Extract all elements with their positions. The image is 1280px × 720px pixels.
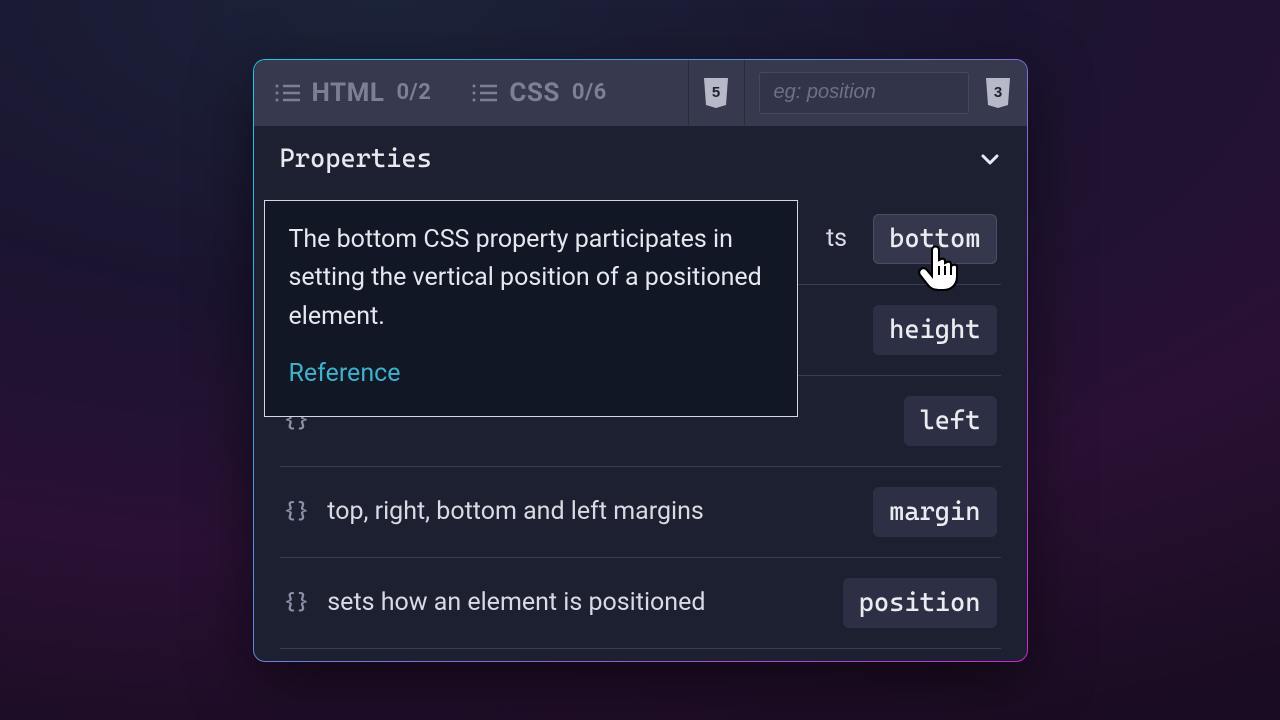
tabbar-right: 5 3 (688, 60, 1027, 126)
svg-text:3: 3 (993, 84, 1001, 101)
svg-text:5: 5 (712, 84, 720, 101)
ordered-list-icon (274, 82, 300, 104)
tab-css-label: CSS (509, 78, 560, 108)
property-row: {} sets how an element is positioned pos… (280, 558, 1001, 649)
braces-icon: {} (284, 499, 310, 524)
section-title: Properties (280, 144, 432, 174)
tab-css[interactable]: CSS 0/6 (451, 60, 626, 126)
desc-fragment: ts (826, 224, 847, 253)
panel-inner: HTML 0/2 CSS 0/6 5 (254, 60, 1027, 661)
css3-shield-icon[interactable]: 3 (983, 76, 1013, 110)
ordered-list-icon (471, 82, 497, 104)
property-chip-margin[interactable]: margin (873, 487, 996, 537)
tooltip-text: The bottom CSS property participates in … (289, 221, 773, 337)
property-chip-bottom[interactable]: bottom (873, 214, 996, 264)
property-desc: sets how an element is positioned (327, 588, 705, 617)
braces-icon: {} (284, 590, 310, 615)
property-chip-height[interactable]: height (873, 305, 996, 355)
property-chip-position[interactable]: position (843, 578, 997, 628)
html5-shield-icon[interactable]: 5 (701, 76, 731, 110)
reference-panel: HTML 0/2 CSS 0/6 5 (253, 59, 1028, 662)
property-desc: top, right, bottom and left margins (327, 497, 704, 526)
property-tooltip: The bottom CSS property participates in … (264, 200, 798, 417)
tabbar: HTML 0/2 CSS 0/6 5 (254, 60, 1027, 126)
tooltip-reference-link[interactable]: Reference (289, 355, 401, 394)
property-chip-left[interactable]: left (904, 396, 997, 446)
property-row: {} top, right, bottom and left margins m… (280, 467, 1001, 558)
tab-html-count: 0/2 (396, 80, 431, 105)
tab-html-label: HTML (312, 78, 385, 108)
section-header-properties[interactable]: Properties (254, 126, 1027, 194)
chevron-down-icon (979, 148, 1001, 170)
tab-css-count: 0/6 (572, 80, 607, 105)
tab-html[interactable]: HTML 0/2 (254, 60, 452, 126)
search-input[interactable] (759, 72, 969, 114)
properties-list: The bottom CSS property participates in … (254, 194, 1027, 661)
